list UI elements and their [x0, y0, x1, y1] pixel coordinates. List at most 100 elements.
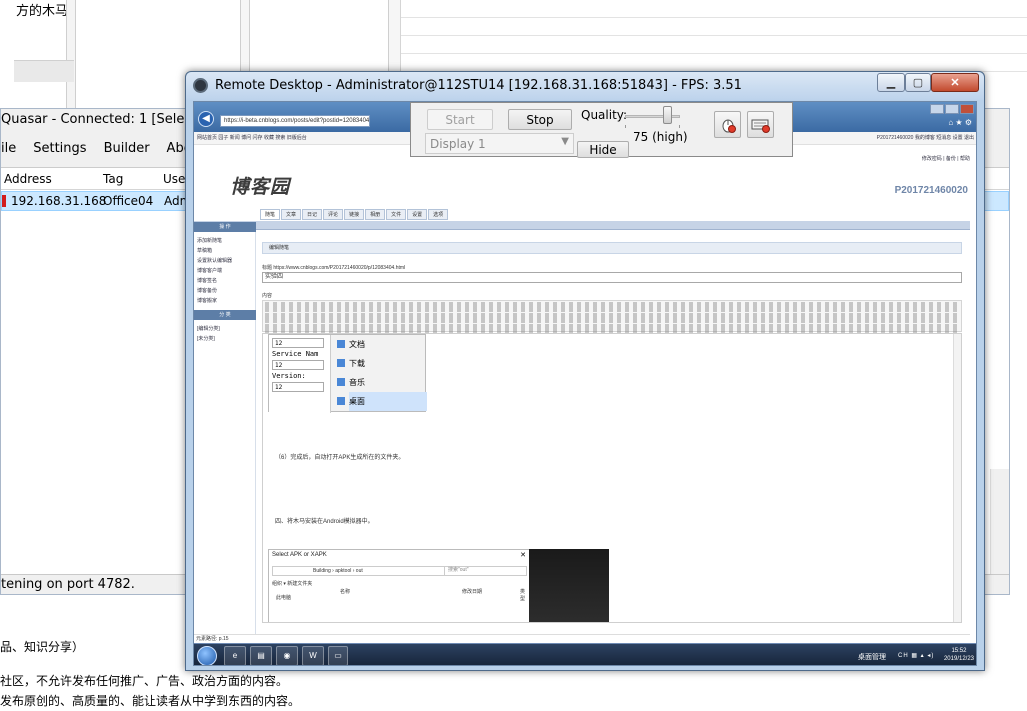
- tab-albums[interactable]: 相册: [365, 209, 386, 220]
- sidebar-item[interactable]: 博客搬家: [197, 296, 252, 306]
- minimize-button[interactable]: ▁: [877, 73, 905, 92]
- quasar-title: Quasar - Connected: 1 [Selected: [1, 112, 213, 127]
- remote-taskbar: e ▤ ◉ W ▭ 桌面管理 CH ▦ ▴ ◂) 15:52 2019/12/2…: [194, 643, 976, 665]
- windows-start-icon[interactable]: [197, 646, 217, 665]
- dialog-sidebar-item: 此电脑: [276, 595, 292, 601]
- post-title-label: 标题 https://www.cnblogs.com/P201721460020…: [262, 265, 406, 271]
- field-label: Version:: [272, 372, 306, 380]
- menu-builder[interactable]: Builder: [104, 141, 159, 156]
- rich-text-editor[interactable]: 12 Service Nam 12 Version: 12 文档 下载 音乐 桌…: [262, 333, 962, 623]
- quality-slider-thumb[interactable]: [663, 106, 672, 124]
- sidebar-item[interactable]: 设置默认编辑器: [197, 256, 252, 266]
- clock-date: 2019/12/23: [943, 656, 974, 662]
- stop-button[interactable]: Stop: [508, 109, 572, 130]
- favorites-icon[interactable]: ⌂ ★ ⚙: [948, 118, 972, 127]
- window-titlebar[interactable]: Remote Desktop - Administrator@112STU14 …: [186, 72, 984, 100]
- maximize-icon: ▢: [912, 77, 924, 89]
- start-button[interactable]: Start: [427, 109, 493, 130]
- rich-text-toolbar[interactable]: [262, 300, 962, 334]
- tab-articles[interactable]: 文章: [281, 209, 302, 220]
- emulator-screen-image: [529, 549, 609, 622]
- tab-diary[interactable]: 日记: [302, 209, 323, 220]
- mouse-icon: [722, 119, 736, 133]
- remote-account-links[interactable]: 修改密码 | 备份 | 帮助: [922, 155, 970, 162]
- cell-address: 192.168.31.168: [11, 194, 107, 208]
- column-date: 修改日期: [462, 589, 483, 595]
- tab-settings[interactable]: 设置: [407, 209, 428, 220]
- remote-control-panel: Start Stop Display 1 ▼ Hide Quality: 75 …: [410, 102, 793, 158]
- tray-desktop-manager[interactable]: 桌面管理: [858, 652, 886, 662]
- maximize-button[interactable]: ▢: [905, 73, 931, 92]
- mouse-control-button[interactable]: [714, 111, 741, 138]
- post-title-input[interactable]: 实验四: [262, 272, 962, 283]
- remote-editor-area: 编辑随笔 标题 https://www.cnblogs.com/P2017214…: [260, 232, 968, 652]
- hide-button[interactable]: Hide: [577, 141, 629, 158]
- tab-comments[interactable]: 评论: [323, 209, 344, 220]
- background-line: 社区，不允许发布任何推广、广告、政治方面的内容。: [0, 674, 289, 688]
- editor-scrollbar[interactable]: [953, 334, 961, 622]
- background-text-fragment: 方的木马: [16, 4, 69, 19]
- remote-address-bar[interactable]: https://i-beta.cnblogs.com/posts/edit?po…: [220, 115, 370, 127]
- tray-clock[interactable]: 15:52 2019/12/23: [944, 647, 974, 663]
- chevron-down-icon: ▼: [561, 136, 569, 147]
- sidebar-item[interactable]: 添加新随笔: [197, 236, 252, 246]
- remote-screen[interactable]: Start Stop Display 1 ▼ Hide Quality: 75 …: [193, 101, 977, 666]
- field-value: 12: [272, 360, 324, 370]
- sidebar-links: 添加新随笔 草稿箱 设置默认编辑器 博客客户端 博客签名 博客备份 博客搬家: [194, 232, 255, 310]
- close-icon: ✕: [520, 552, 526, 559]
- sidebar-category-links: [编辑分类] [未分类]: [194, 320, 255, 348]
- column-type: 类型: [520, 589, 526, 602]
- sidebar-item[interactable]: [编辑分类]: [197, 324, 252, 334]
- display-select[interactable]: Display 1 ▼: [425, 133, 574, 154]
- remote-site-links[interactable]: 网站首页 园子 新闻 博问 闪存 收藏 搜索 旧版后台: [197, 135, 307, 141]
- close-button[interactable]: ✕: [931, 73, 979, 92]
- remote-user-links[interactable]: P201721460020 我的博客 短消息 设置 退出: [877, 132, 974, 144]
- cell-tag: Office04: [103, 194, 154, 208]
- word-icon[interactable]: W: [302, 646, 324, 665]
- menu-file[interactable]: ile: [1, 141, 25, 156]
- folder-item: 桌面: [337, 392, 427, 411]
- dialog-title: Select APK or XAPK: [272, 552, 327, 558]
- remote-username: P201721460020: [894, 185, 968, 196]
- chrome-icon[interactable]: ◉: [276, 646, 298, 665]
- tab-links[interactable]: 链接: [344, 209, 365, 220]
- ie-icon[interactable]: e: [224, 646, 246, 665]
- background-spreadsheet: [400, 0, 1027, 75]
- keyboard-icon: [751, 119, 770, 133]
- sidebar-item[interactable]: 博客签名: [197, 276, 252, 286]
- field-value: 12: [272, 382, 324, 392]
- background-gray-strip: [14, 60, 74, 82]
- tab-files[interactable]: 文件: [386, 209, 407, 220]
- tray-icons[interactable]: CH ▦ ▴ ◂): [898, 652, 934, 659]
- back-arrow-icon[interactable]: ◀: [198, 111, 214, 127]
- column-tag[interactable]: Tag: [103, 172, 123, 186]
- quasar-scrollbar[interactable]: [990, 469, 1009, 574]
- folder-item: 文档: [337, 335, 427, 354]
- tab-options[interactable]: 选项: [428, 209, 449, 220]
- embedded-screenshot-apk-config: 12 Service Nam 12 Version: 12 文档 下载 音乐 桌…: [268, 334, 427, 413]
- sidebar-item[interactable]: 草稿箱: [197, 246, 252, 256]
- sidebar-item[interactable]: 博客客户端: [197, 266, 252, 276]
- folder-item: 下载: [337, 354, 427, 373]
- tab-posts[interactable]: 随笔: [260, 209, 281, 220]
- keyboard-control-button[interactable]: [747, 111, 774, 138]
- quality-label: Quality:: [581, 108, 628, 122]
- remote-admin-tabs: 随笔 文章 日记 评论 链接 相册 文件 设置 选项: [260, 209, 449, 220]
- field-label: Service Nam: [272, 350, 319, 358]
- remote-header-divider: [194, 221, 970, 230]
- minimize-icon: ▁: [886, 77, 896, 89]
- edit-post-heading: 编辑随笔: [262, 242, 962, 254]
- quality-value: 75 (high): [633, 130, 688, 144]
- folder-icon[interactable]: ▤: [250, 646, 272, 665]
- sidebar-item[interactable]: 博客备份: [197, 286, 252, 296]
- app-taskbar-icon[interactable]: ▭: [328, 646, 348, 665]
- quality-slider-ticks: [625, 125, 680, 128]
- background-line: 发布原创的、高质量的、能让读者从中学到东西的内容。: [0, 694, 301, 708]
- sidebar-item[interactable]: [未分类]: [197, 334, 252, 344]
- remote-sidebar: 操 作 添加新随笔 草稿箱 设置默认编辑器 博客客户端 博客签名 博客备份 博客…: [194, 222, 256, 642]
- field-value: 12: [272, 338, 324, 348]
- folder-item: 音乐: [337, 373, 427, 392]
- menu-settings[interactable]: Settings: [33, 141, 95, 156]
- column-address[interactable]: Address: [4, 172, 52, 186]
- sidebar-heading-categories: 分 类: [194, 310, 256, 320]
